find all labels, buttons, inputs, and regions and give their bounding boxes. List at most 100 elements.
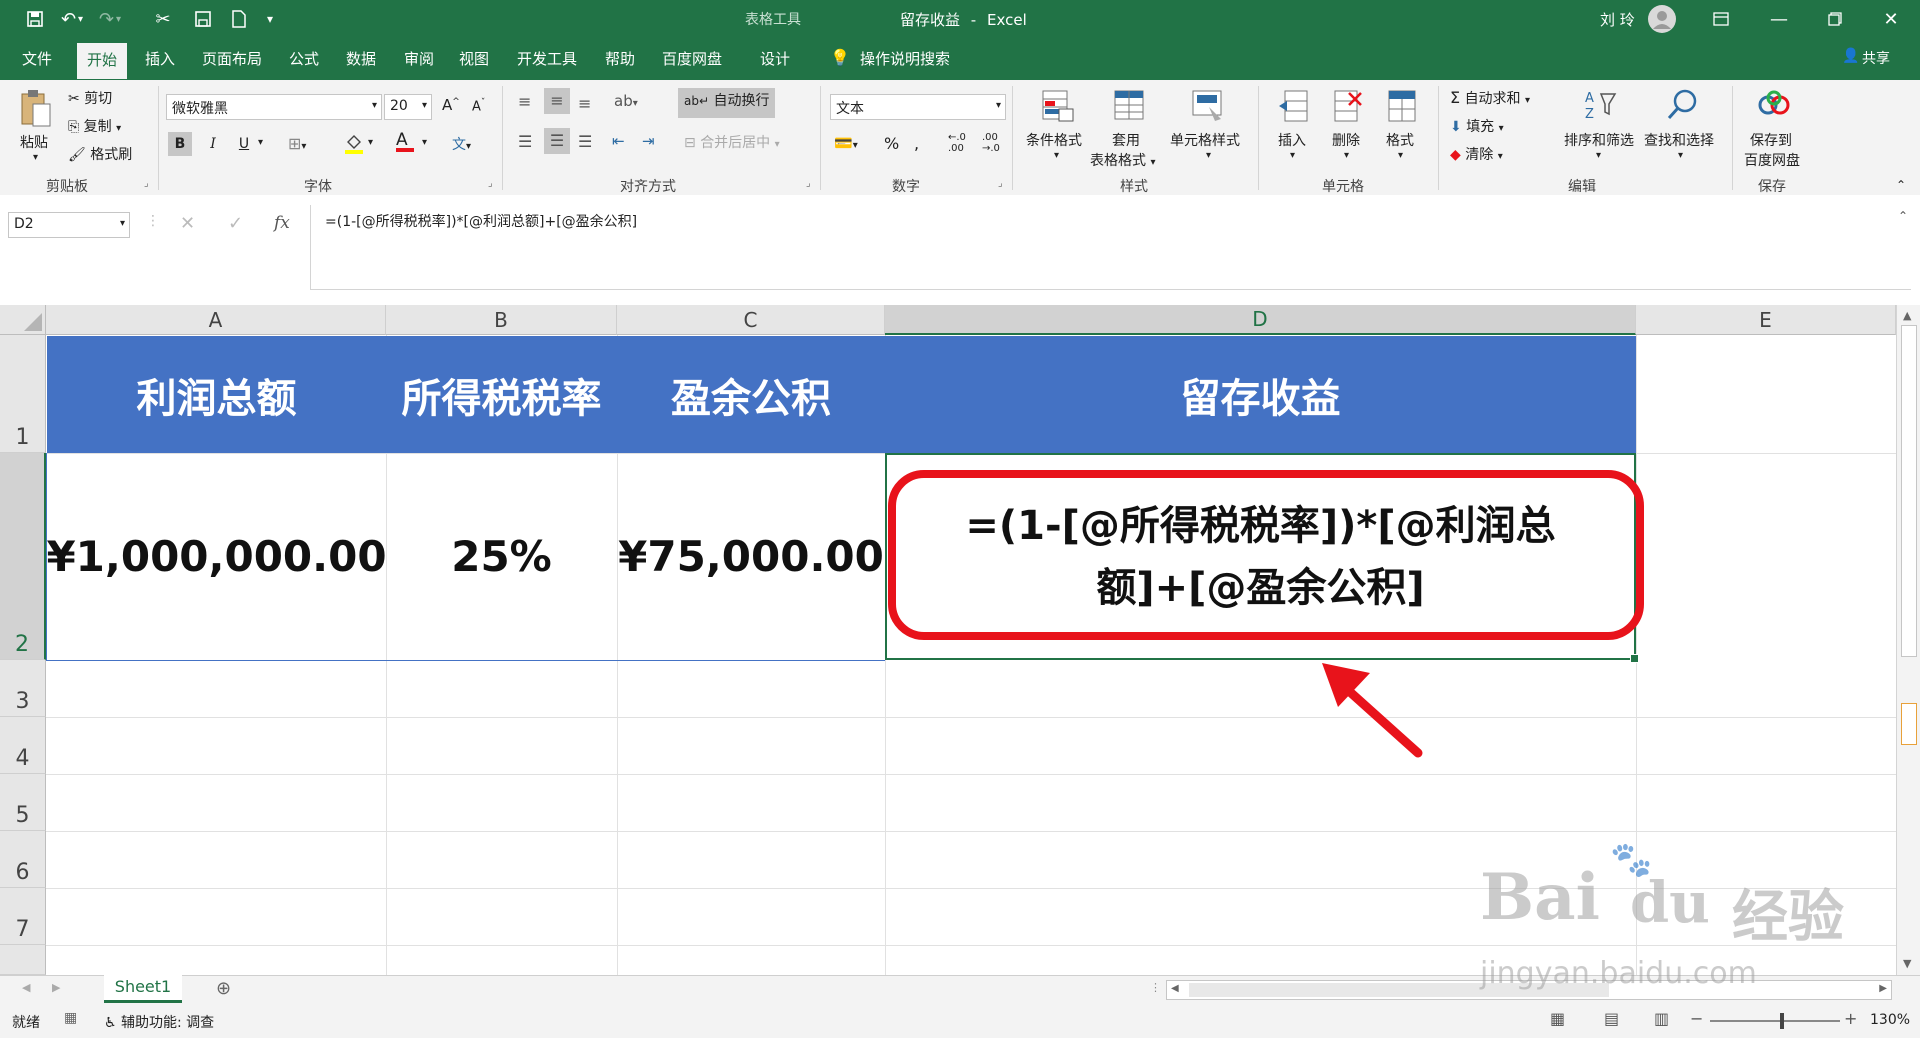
row-header-1[interactable]: 1 <box>0 335 46 453</box>
normal-view-icon[interactable]: ▦ <box>1550 1009 1565 1028</box>
sort-dropdown-icon[interactable]: ▾ <box>1596 150 1601 161</box>
next-sheet-icon[interactable]: ▶ <box>52 981 60 994</box>
undo-icon[interactable]: ↶ ▾ <box>54 6 90 32</box>
close-icon[interactable]: ✕ <box>1878 6 1904 32</box>
tab-home[interactable]: 开始 <box>77 43 128 79</box>
format-as-table-button[interactable]: 表格格式 ▾ <box>1090 150 1155 170</box>
conditional-format-dropdown-icon[interactable]: ▾ <box>1054 150 1059 161</box>
font-color-dropdown-icon[interactable]: ▾ <box>422 137 427 148</box>
cell-styles-button[interactable]: 单元格样式 <box>1170 130 1240 150</box>
accessibility-status[interactable]: ♿ 辅助功能: 调查 <box>104 1012 214 1032</box>
paste-button[interactable]: 粘贴 <box>20 132 48 152</box>
macro-record-icon[interactable]: ▦ <box>64 1010 77 1026</box>
scroll-up-icon[interactable]: ▲ <box>1903 309 1911 322</box>
tab-insert[interactable]: 插入 <box>145 48 175 69</box>
font-color-icon[interactable]: A <box>396 130 414 152</box>
clear-button[interactable]: ◆ 清除 ▾ <box>1450 144 1503 164</box>
fill-color-dropdown-icon[interactable]: ▾ <box>368 137 373 148</box>
scroll-position-indicator[interactable] <box>1901 703 1917 745</box>
row-header-2[interactable]: 2 <box>0 453 46 660</box>
header-cell-retained-earnings[interactable]: 留存收益 <box>885 336 1636 453</box>
column-header-d[interactable]: D <box>885 305 1636 335</box>
zoom-slider-thumb[interactable] <box>1780 1013 1784 1029</box>
page-layout-view-icon[interactable]: ▤ <box>1604 1009 1619 1028</box>
ribbon-display-icon[interactable] <box>1708 6 1734 32</box>
align-middle-icon[interactable]: ≡ <box>544 88 570 114</box>
column-header-c[interactable]: C <box>617 305 885 335</box>
delete-cells-button[interactable]: 删除 <box>1332 130 1360 150</box>
insert-cells-button[interactable]: 插入 <box>1278 130 1306 150</box>
zoom-out-icon[interactable]: − <box>1690 1009 1703 1028</box>
align-top-icon[interactable]: ≡ <box>518 92 531 111</box>
tab-page-layout[interactable]: 页面布局 <box>202 48 262 69</box>
add-sheet-icon[interactable]: ⊕ <box>216 978 231 999</box>
tab-view[interactable]: 视图 <box>459 48 489 69</box>
column-header-a[interactable]: A <box>46 305 386 335</box>
scroll-left-icon[interactable]: ◀ <box>1171 983 1179 994</box>
redo-icon[interactable]: ↷ ▾ <box>92 6 128 32</box>
paste-dropdown-icon[interactable]: ▾ <box>33 152 38 163</box>
expand-formula-icon[interactable]: ⌃ <box>1898 209 1908 223</box>
alignment-launcher-icon[interactable]: ⌟ <box>806 178 811 189</box>
tab-developer[interactable]: 开发工具 <box>517 48 577 69</box>
font-name-dropdown[interactable]: 微软雅黑 ▾ <box>166 94 382 120</box>
name-box[interactable]: D2 ▾ <box>8 212 130 238</box>
cell-a2[interactable]: ¥1,000,000.00 <box>46 453 386 660</box>
tab-formulas[interactable]: 公式 <box>289 48 319 69</box>
format-painter-button[interactable]: 🖌 格式刷 <box>68 144 132 164</box>
conditional-format-button[interactable]: 条件格式 <box>1026 130 1082 150</box>
zoom-slider[interactable] <box>1710 1020 1840 1022</box>
customize-toolbar-icon[interactable]: ▾ <box>262 6 278 32</box>
merge-center-button[interactable]: ⊟ 合并后居中 ▾ <box>684 132 780 152</box>
decrease-indent-icon[interactable]: ⇤ <box>612 132 625 150</box>
column-header-e[interactable]: E <box>1636 305 1896 335</box>
delete-dropdown-icon[interactable]: ▾ <box>1344 150 1349 161</box>
header-cell-tax-rate[interactable]: 所得税税率 <box>386 336 617 453</box>
horizontal-scroll-thumb[interactable] <box>1189 983 1609 997</box>
copy-button[interactable]: ⎘ 复制 ▾ <box>68 116 121 136</box>
zoom-level[interactable]: 130% <box>1870 1012 1910 1028</box>
insert-function-button[interactable]: fx <box>274 213 290 233</box>
prev-sheet-icon[interactable]: ◀ <box>22 981 30 994</box>
tell-me-search[interactable]: 操作说明搜索 <box>860 48 950 69</box>
save-as-icon[interactable] <box>190 6 216 32</box>
page-break-view-icon[interactable]: ▥ <box>1654 1009 1669 1028</box>
font-launcher-icon[interactable]: ⌟ <box>488 178 493 189</box>
sheet-tab-sheet1[interactable]: Sheet1 <box>104 975 182 1003</box>
find-dropdown-icon[interactable]: ▾ <box>1678 150 1683 161</box>
bold-button[interactable]: B <box>168 132 192 156</box>
fill-handle[interactable] <box>1630 654 1639 663</box>
phonetic-icon[interactable]: 文▾ <box>452 134 471 154</box>
tab-data[interactable]: 数据 <box>346 48 376 69</box>
user-name[interactable]: 刘 玲 <box>1600 9 1635 30</box>
tab-help[interactable]: 帮助 <box>605 48 635 69</box>
row-header-8[interactable] <box>0 945 46 975</box>
worksheet-grid[interactable]: A B C D E 1 2 3 4 5 6 7 利润总额 所得税税率 盈余公积 … <box>0 305 1920 975</box>
clipboard-launcher-icon[interactable]: ⌟ <box>144 178 149 189</box>
percent-button[interactable]: % <box>884 134 899 153</box>
formula-options-icon[interactable]: ⋮ <box>146 213 160 229</box>
number-format-dropdown[interactable]: 文本 ▾ <box>830 94 1006 120</box>
cell-b2[interactable]: 25% <box>386 453 617 660</box>
italic-button[interactable]: I <box>203 132 223 156</box>
avatar[interactable] <box>1648 5 1676 33</box>
autosum-button[interactable]: Σ 自动求和 ▾ <box>1450 88 1530 108</box>
increase-indent-icon[interactable]: ⇥ <box>642 132 655 150</box>
column-header-b[interactable]: B <box>386 305 617 335</box>
save-icon[interactable] <box>22 6 48 32</box>
sort-filter-button[interactable]: 排序和筛选 <box>1564 130 1634 150</box>
vertical-scrollbar[interactable]: ▲ ▼ <box>1896 305 1920 975</box>
borders-icon[interactable]: ⊞▾ <box>288 134 306 153</box>
orientation-icon[interactable]: ab▾ <box>614 92 638 110</box>
save-to-baidu-line2[interactable]: 百度网盘 <box>1744 150 1800 170</box>
header-cell-surplus-reserve[interactable]: 盈余公积 <box>617 336 885 453</box>
cut-button[interactable]: ✂ 剪切 <box>68 88 112 108</box>
save-to-baidu-button[interactable]: 保存到 <box>1750 130 1792 150</box>
collapse-ribbon-icon[interactable]: ⌃ <box>1896 178 1906 192</box>
row-header-3[interactable]: 3 <box>0 660 46 717</box>
row-header-4[interactable]: 4 <box>0 717 46 774</box>
scissors-icon[interactable]: ✂ <box>150 6 176 32</box>
row-header-5[interactable]: 5 <box>0 774 46 831</box>
shrink-font-icon[interactable]: Aˇ <box>472 98 485 114</box>
fill-color-icon[interactable] <box>344 132 364 158</box>
